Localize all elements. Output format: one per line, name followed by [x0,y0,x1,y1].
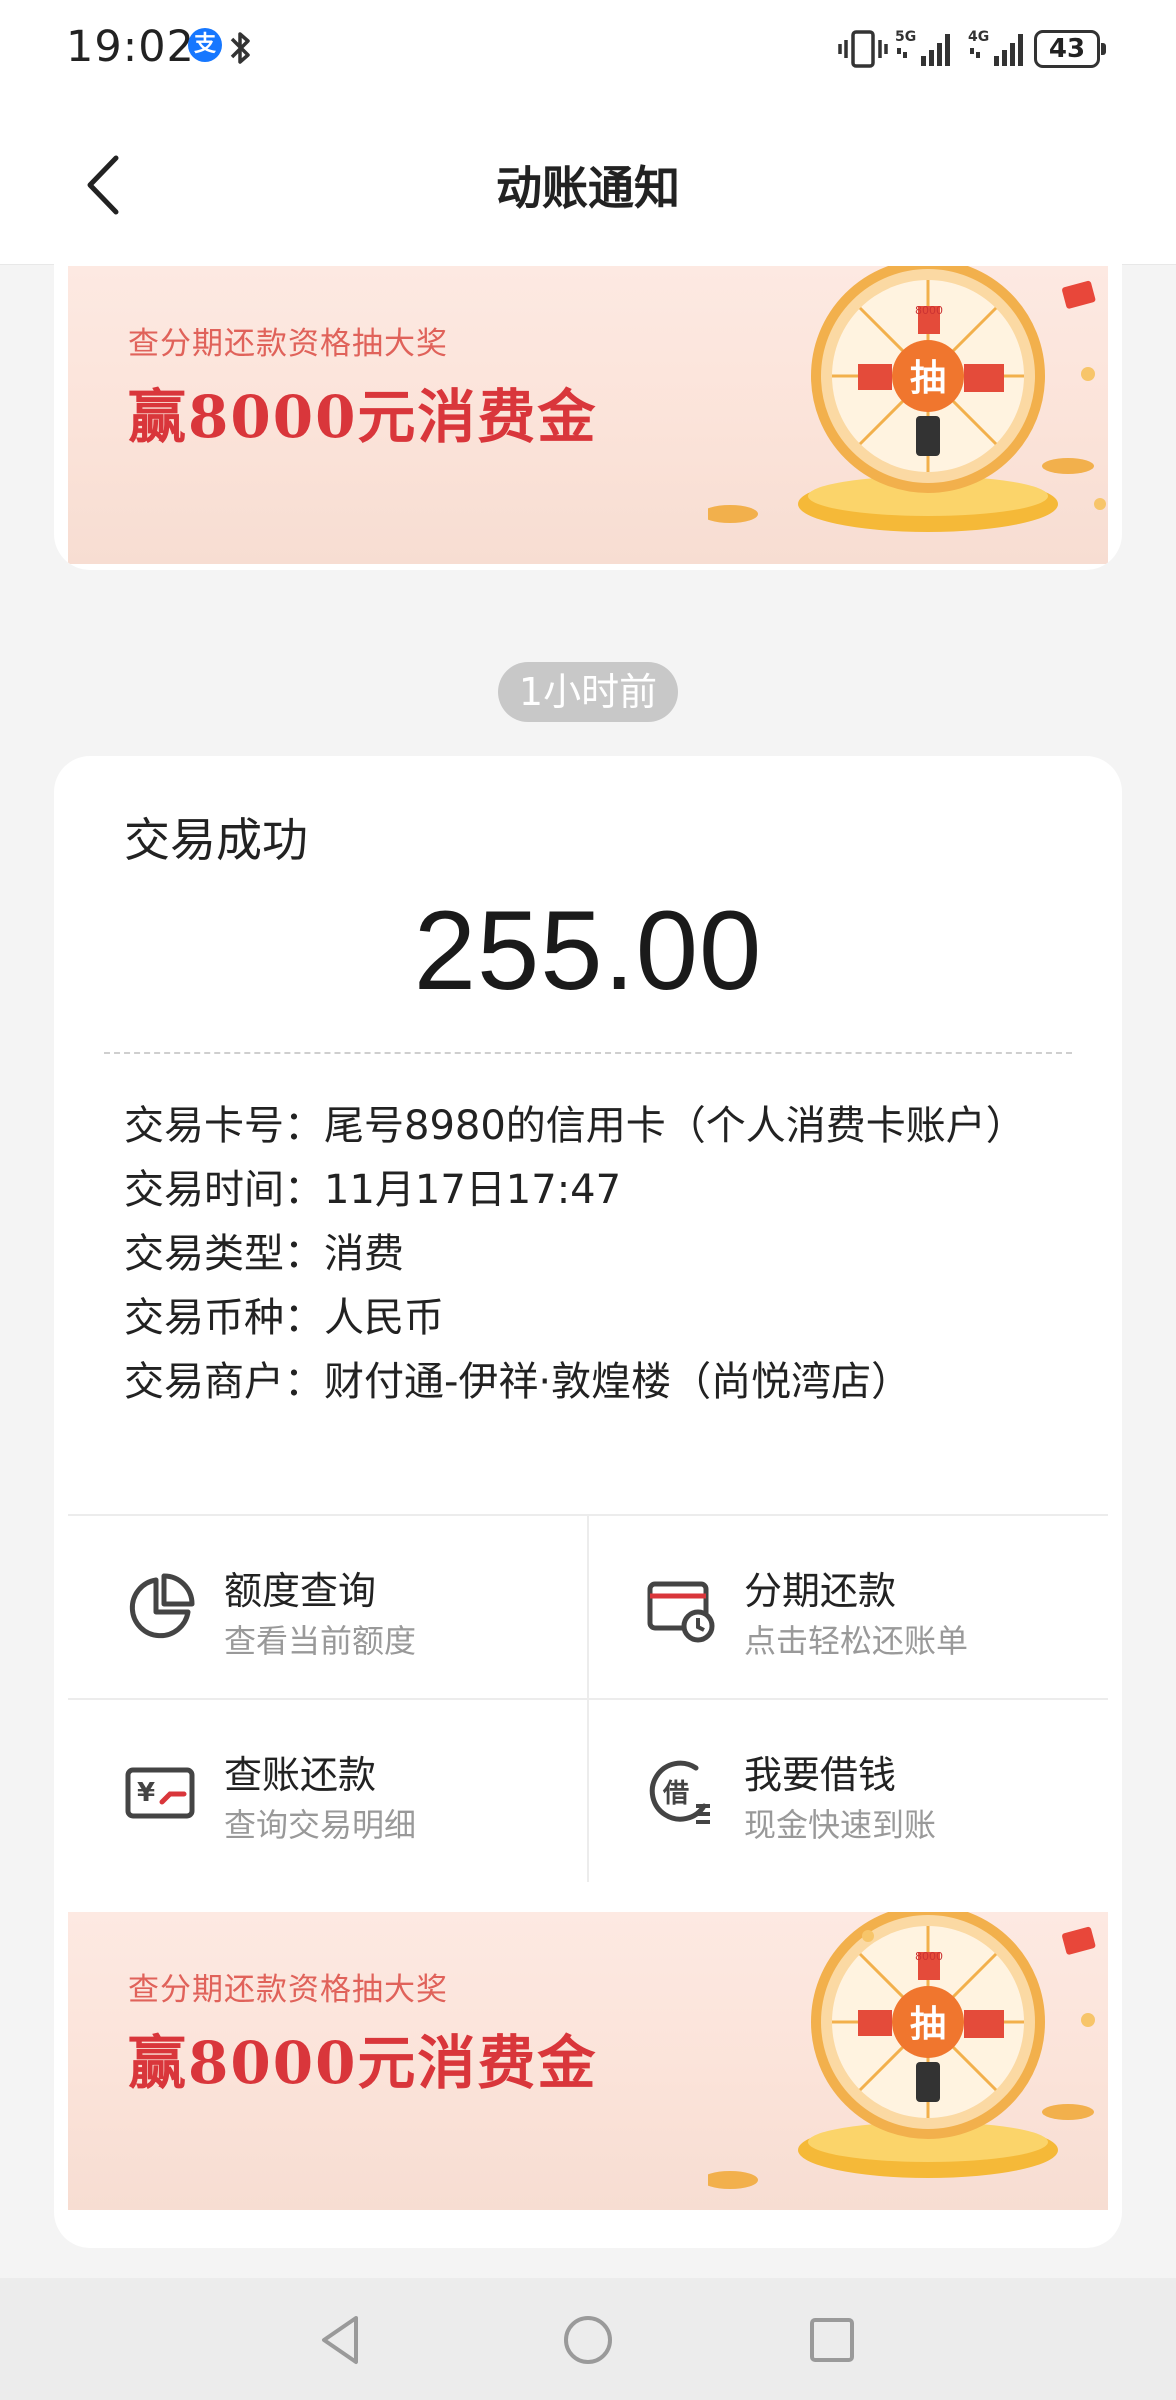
svg-text:抽: 抽 [910,358,946,399]
action-title: 我要借钱 [744,1753,897,1797]
action-subtitle: 点击轻松还账单 [744,1622,969,1660]
action-installment[interactable]: 分期还款 点击轻松还账单 [588,1516,1108,1698]
battery-icon: 43 [1034,30,1106,68]
signal-4g-icon: 4G [968,29,1023,66]
promo-banner-top[interactable]: 查分期还款资格抽大奖 赢8000元消费金 8000 抽 [68,266,1108,564]
yuan-card-icon: ¥ [125,1767,195,1819]
action-bill-repay[interactable]: ¥ 查账还款 查询交易明细 [68,1700,588,1882]
detail-label: 交易类型： [124,1231,324,1277]
transaction-amount: 255.00 [413,888,763,1013]
detail-value: 消费 [324,1231,404,1277]
action-credit-limit[interactable]: 额度查询 查看当前额度 [68,1516,588,1698]
action-grid: 额度查询 查看当前额度 分期还款 点击轻松还账单 ¥ 查账还款 查询交易明细 借… [68,1514,1108,1882]
action-subtitle: 查看当前额度 [224,1622,417,1660]
transaction-status: 交易成功 [124,813,308,867]
nav-back-icon[interactable] [310,2308,374,2372]
borrow-icon: 借 [649,1760,710,1824]
svg-text:¥: ¥ [137,1778,155,1808]
detail-label: 交易币种： [124,1295,324,1341]
promo-banner-bottom[interactable]: 查分期还款资格抽大奖 赢8000元消费金 8000 抽 [68,1912,1108,2210]
svg-text:8000: 8000 [915,304,943,317]
promo-card-top: 查分期还款资格抽大奖 赢8000元消费金 8000 抽 [54,240,1122,570]
battery-level: 43 [1048,34,1086,64]
detail-label: 交易商户： [124,1359,324,1405]
banner-title: 赢8000元消费金 [128,383,598,451]
alipay-icon: 支 [188,28,222,62]
detail-label: 交易卡号： [124,1103,324,1149]
svg-text:借: 借 [662,1779,689,1809]
signal-5g-icon: 5G [895,29,950,66]
vibrate-icon [838,30,888,68]
pie-chart-icon [129,1573,195,1639]
detail-row-time: 交易时间： 11月17日17:47 [124,1158,1044,1222]
banner-subtitle: 查分期还款资格抽大奖 [128,1972,448,2008]
transaction-details: 交易卡号： 尾号8980的信用卡（个人消费卡账户） 交易时间： 11月17日17… [124,1094,1044,1414]
banner-subtitle: 查分期还款资格抽大奖 [128,326,448,362]
detail-row-type: 交易类型： 消费 [124,1222,1044,1286]
svg-text:8000: 8000 [915,1950,943,1963]
card-clock-icon [647,1581,715,1643]
status-time: 19:02 [66,22,195,72]
nav-home-icon[interactable] [556,2308,620,2372]
divider [104,1052,1072,1054]
action-borrow[interactable]: 借 我要借钱 现金快速到账 [588,1700,1108,1882]
detail-row-card: 交易卡号： 尾号8980的信用卡（个人消费卡账户） [124,1094,1044,1158]
system-nav-bar [0,2278,1176,2400]
svg-text:5G: 5G [895,29,916,45]
page-title: 动账通知 [496,161,680,215]
svg-text:抽: 抽 [910,2004,946,2045]
status-bar: 19:02 支 5G 4G 43 [0,0,1176,100]
detail-row-merchant: 交易商户： 财付通-伊祥·敦煌楼（尚悦湾店） [124,1350,1044,1414]
detail-label: 交易时间： [124,1167,324,1213]
detail-value: 尾号8980的信用卡（个人消费卡账户） [324,1103,1026,1149]
detail-value: 财付通-伊祥·敦煌楼（尚悦湾店） [324,1359,912,1405]
prize-wheel-icon: 8000 抽 [708,1912,1096,2189]
action-title: 额度查询 [224,1569,377,1613]
banner-title: 赢8000元消费金 [128,2029,598,2097]
prize-wheel-icon: 8000 抽 [708,266,1106,532]
transaction-card: 交易成功 255.00 交易卡号： 尾号8980的信用卡（个人消费卡账户） 交易… [54,756,1122,2248]
detail-value: 11月17日17:47 [324,1167,622,1213]
svg-text:4G: 4G [968,29,989,45]
action-subtitle: 现金快速到账 [744,1806,937,1844]
action-title: 查账还款 [224,1753,377,1797]
time-chip: 1小时前 [498,662,678,722]
detail-value: 人民币 [324,1295,444,1341]
nav-recent-icon[interactable] [800,2308,864,2372]
detail-row-currency: 交易币种： 人民币 [124,1286,1044,1350]
action-subtitle: 查询交易明细 [224,1806,417,1844]
action-title: 分期还款 [744,1569,897,1613]
bluetooth-icon [230,32,250,64]
